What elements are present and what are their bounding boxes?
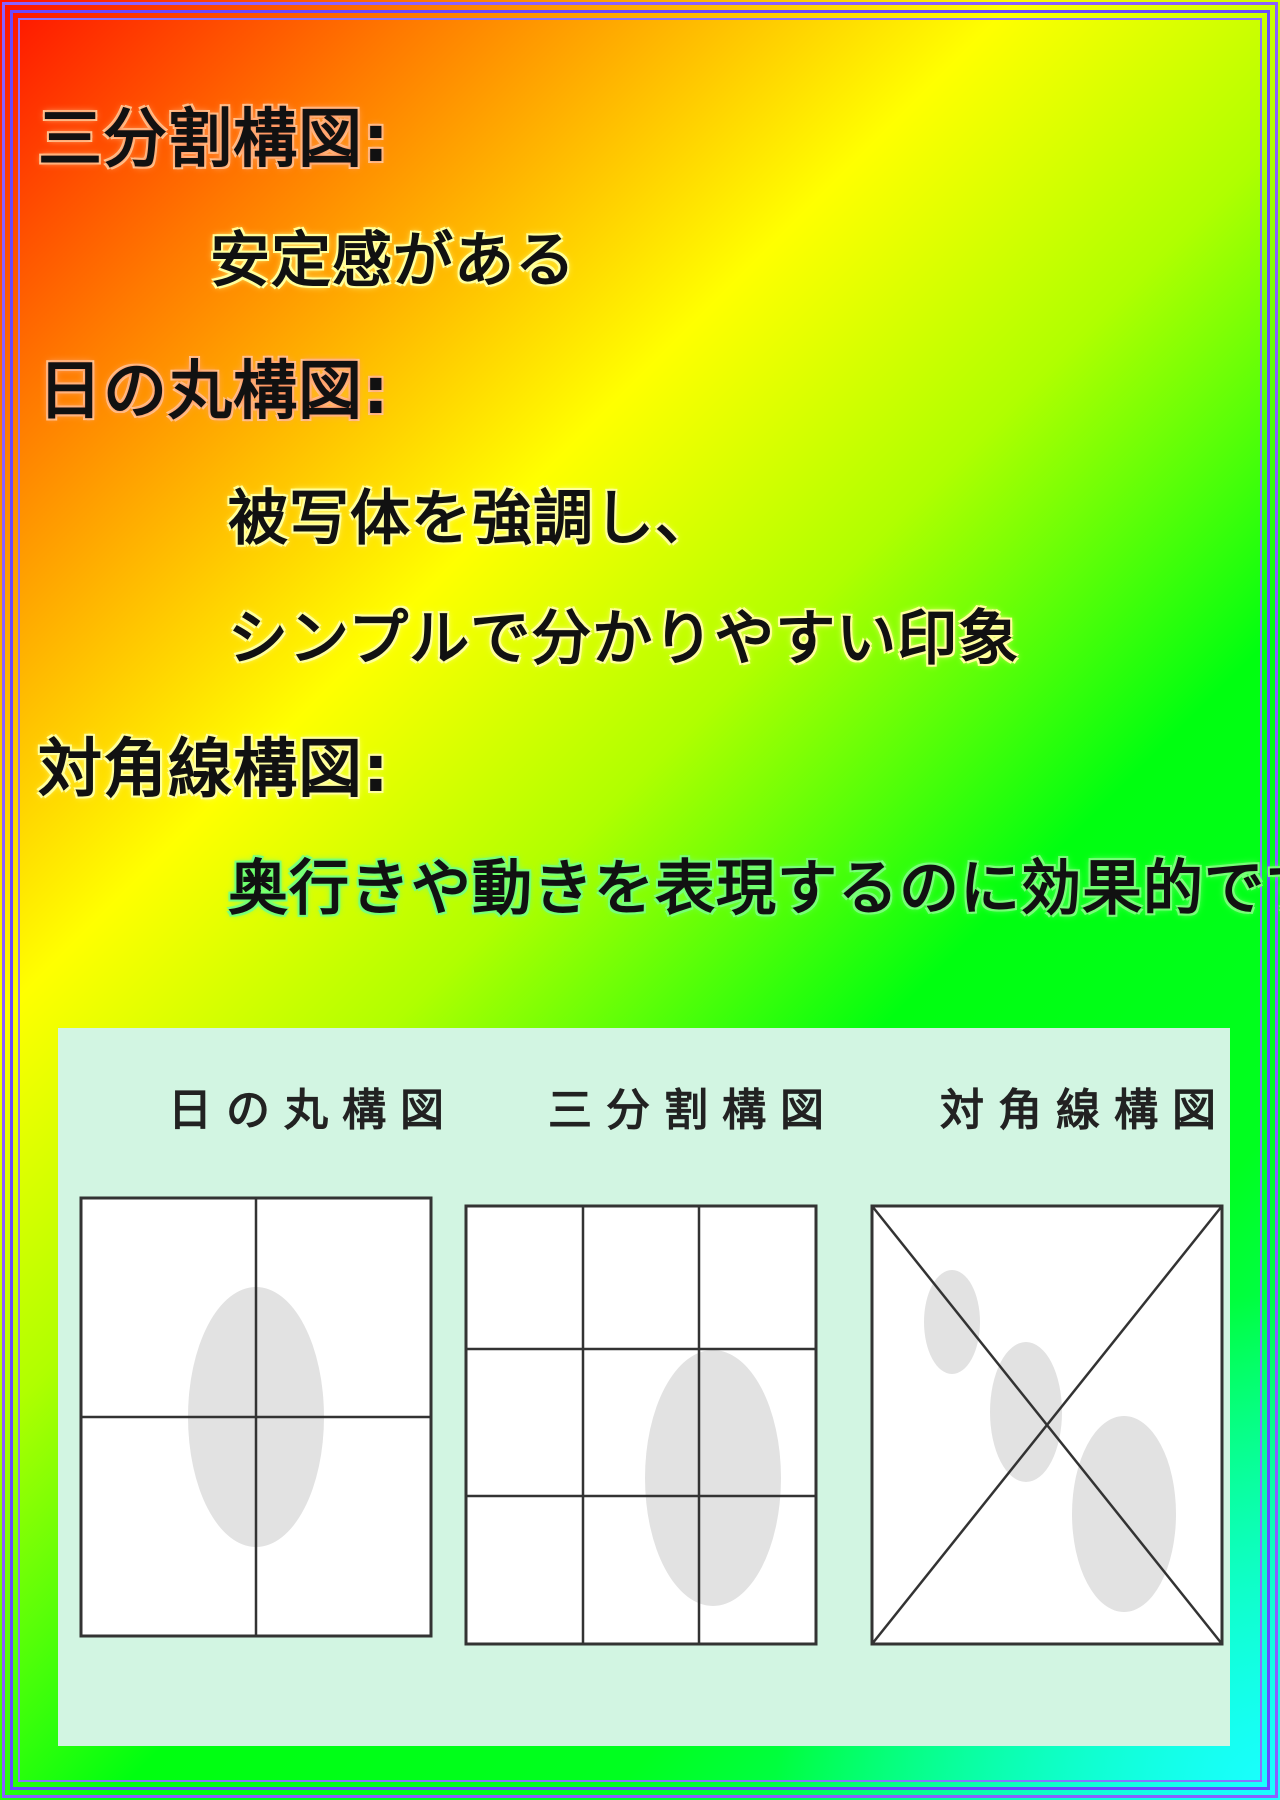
desc-centered-composition-line1: 被写体を強調し、: [228, 484, 716, 554]
page-background: 三分割構図: 安定感がある 日の丸構図: 被写体を強調し、 シンプルで分かりやす…: [0, 0, 1280, 1800]
desc-centered-composition-line2: シンプルで分かりやすい印象: [228, 604, 1020, 674]
desc-diagonal-composition: 奥行きや動きを表現するのに効果的です: [228, 854, 1280, 924]
subject-diagonal-small: [924, 1270, 980, 1374]
diagram-centered: [79, 1196, 433, 1638]
subject-thirds: [645, 1350, 781, 1606]
diagram-diagonal: [870, 1204, 1224, 1646]
heading-diagonal-composition: 対角線構図:: [38, 733, 390, 807]
subject-diagonal-medium: [990, 1342, 1062, 1482]
heading-rule-of-thirds: 三分割構図:: [38, 103, 390, 177]
subject-diagonal-large: [1072, 1416, 1176, 1612]
heading-centered-composition: 日の丸構図:: [38, 355, 390, 429]
composition-diagram-panel: 日の丸構図 三分割構図 対角線構図: [58, 1028, 1230, 1746]
diagram-drawings: [79, 1196, 1224, 1646]
diagram-thirds: [464, 1204, 818, 1646]
desc-rule-of-thirds: 安定感がある: [210, 226, 576, 296]
